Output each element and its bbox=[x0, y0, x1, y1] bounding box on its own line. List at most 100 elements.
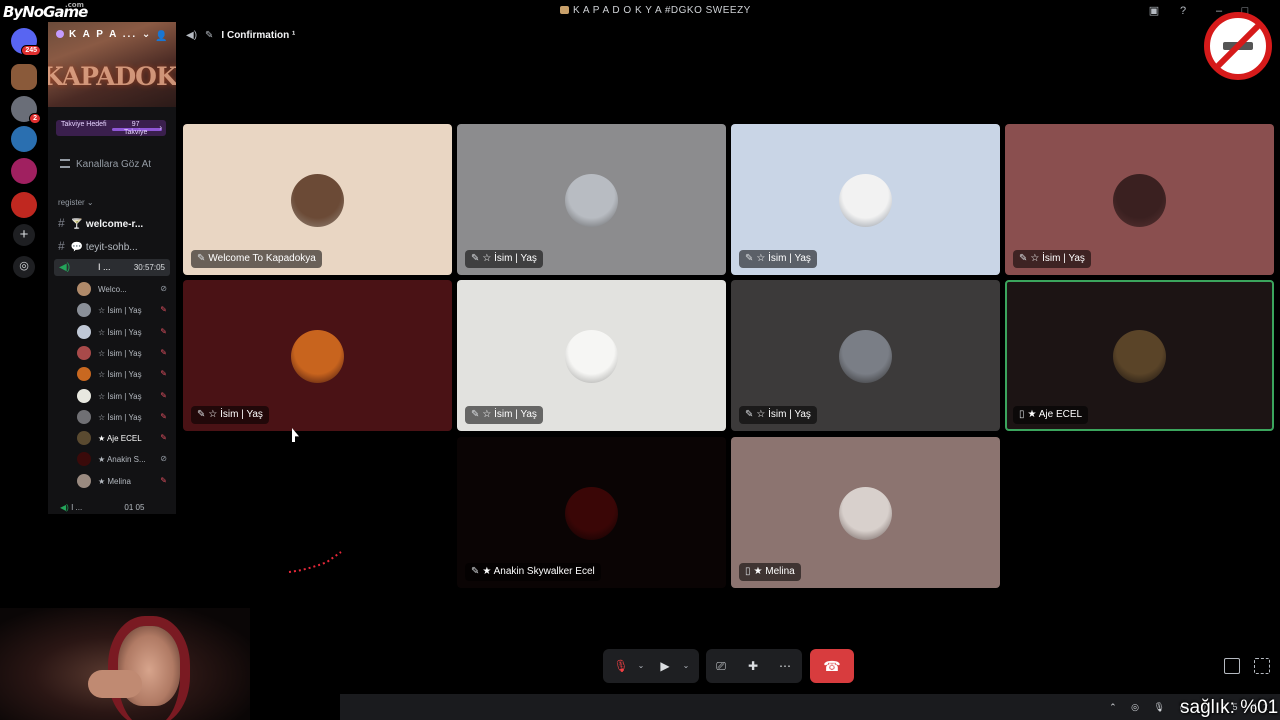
video-tile[interactable]: ✎ ☆ İsim | Yaş bbox=[1005, 124, 1274, 275]
participant-label: ✎ ☆ İsim | Yaş bbox=[739, 250, 817, 268]
inbox-icon[interactable]: ▣ bbox=[1147, 4, 1161, 18]
server-rail: 245 2 + ◎ bbox=[0, 22, 48, 514]
avatar bbox=[77, 409, 91, 424]
server-5[interactable] bbox=[11, 192, 37, 218]
pin-icon[interactable]: ✎ bbox=[205, 30, 213, 41]
voice-member[interactable]: ☆ İsim | Yaş ✎ bbox=[77, 303, 169, 318]
boost-count-label: Takviye bbox=[124, 129, 148, 136]
video-tile[interactable]: ✎ ☆ İsim | Yaş bbox=[183, 280, 452, 431]
participant-name: ☆ İsim | Yaş bbox=[756, 253, 811, 264]
home-dm-button[interactable]: 245 bbox=[11, 28, 41, 56]
server-banner: KAPADOKY K A P A ... ⌄ 👤 bbox=[48, 22, 176, 107]
brand-logo: ByNoGame .com bbox=[3, 1, 88, 21]
speaker-icon[interactable]: ◀) bbox=[186, 30, 197, 41]
channel-welcome[interactable]: # 🍸 welcome-r... bbox=[58, 216, 143, 230]
dm-badge: 245 bbox=[21, 45, 41, 56]
list-icon bbox=[60, 159, 70, 168]
speaker-icon: ◀) bbox=[59, 262, 71, 273]
server-icon bbox=[560, 6, 569, 14]
avatar bbox=[77, 282, 91, 296]
participant-name: ☆ İsim | Yaş bbox=[482, 409, 537, 420]
server-badge: 2 bbox=[29, 113, 41, 124]
video-tile[interactable]: ✎ Welcome To Kapadokya bbox=[183, 124, 452, 275]
popout-icon[interactable] bbox=[1224, 658, 1240, 674]
server-2[interactable]: 2 bbox=[11, 96, 41, 124]
video-tile[interactable]: ▯ ★ Aje ECEL bbox=[1005, 280, 1274, 431]
help-icon[interactable]: ? bbox=[1176, 4, 1190, 18]
add-server-icon[interactable]: + bbox=[13, 224, 35, 246]
participant-name: ★ Aje ECEL bbox=[1027, 409, 1083, 420]
voice-member[interactable]: ☆ İsim | Yaş ✎ bbox=[77, 388, 169, 404]
chevron-down-icon[interactable]: ⌄ bbox=[677, 657, 695, 675]
participant-avatar bbox=[291, 174, 344, 227]
avatar bbox=[77, 473, 91, 488]
voice-member[interactable]: ☆ İsim | Yaş ✎ bbox=[77, 367, 169, 382]
channel-sidebar: KAPADOKY K A P A ... ⌄ 👤 Takviye Hedefi … bbox=[48, 22, 176, 514]
window-title: K A P A D O K Y A #DGKO SWEEZY bbox=[560, 5, 751, 16]
participant-avatar bbox=[291, 330, 344, 383]
mic-muted-icon: ✎ bbox=[160, 433, 167, 443]
voice-channel-footer[interactable]: ◀) I ... 01 05 bbox=[60, 503, 144, 512]
banner-text: KAPADOKY bbox=[48, 62, 176, 91]
participant-name: ★ Anakin Skywalker Ecel bbox=[482, 566, 595, 577]
video-tile[interactable]: ✎ ☆ İsim | Yaş bbox=[457, 124, 726, 275]
server-3[interactable] bbox=[11, 126, 37, 152]
channel-label: welcome-r... bbox=[85, 219, 144, 230]
mic-muted-icon: ✎ bbox=[160, 347, 167, 357]
server-4[interactable] bbox=[11, 158, 37, 184]
category-register[interactable]: register ⌄ bbox=[58, 198, 94, 207]
participant-avatar bbox=[1113, 174, 1166, 227]
voice-channel-active[interactable]: ◀) I ... 30:57:05 bbox=[54, 259, 170, 276]
server-name-text: K A P A ... bbox=[69, 29, 138, 40]
webcam-overlay bbox=[0, 608, 250, 720]
voice-member[interactable]: ☆ İsim | Yaş ✎ bbox=[77, 345, 169, 361]
hash-icon: # bbox=[58, 239, 65, 253]
server-name[interactable]: K A P A ... ⌄ bbox=[56, 29, 152, 40]
fullscreen-icon[interactable] bbox=[1254, 658, 1270, 674]
brand-suffix: .com bbox=[65, 1, 84, 9]
video-tile[interactable]: ▯ ★ Melina bbox=[731, 437, 1000, 588]
screen-share-icon[interactable]: ⎚ bbox=[712, 657, 730, 675]
member-name: ☆ İsim | Yaş bbox=[98, 327, 142, 337]
participant-label: ▯ ★ Melina bbox=[739, 563, 801, 581]
voice-member[interactable]: ☆ İsim | Yaş ✎ bbox=[77, 409, 169, 425]
participant-label: ✎ ☆ İsim | Yaş bbox=[465, 250, 543, 268]
video-tile[interactable]: ✎ ★ Anakin Skywalker Ecel bbox=[457, 437, 726, 588]
server-kapadokya[interactable] bbox=[11, 64, 37, 90]
mic-muted-icon[interactable]: 🎙 bbox=[612, 657, 630, 675]
participant-label: ✎ ★ Anakin Skywalker Ecel bbox=[465, 563, 601, 581]
more-icon[interactable]: ⋯ bbox=[776, 657, 794, 675]
voice-member[interactable]: ☆ İsim | Yaş ✎ bbox=[77, 324, 169, 340]
voice-member[interactable]: ★ Melina ✎ bbox=[77, 473, 169, 489]
video-tile[interactable]: ✎ ☆ İsim | Yaş bbox=[457, 280, 726, 431]
voice-channel-name: I ... bbox=[98, 262, 111, 272]
no-smoking-icon bbox=[1204, 12, 1272, 80]
participant-name: ☆ İsim | Yaş bbox=[756, 409, 811, 420]
boost-goal[interactable]: Takviye Hedefi 97 Takviye › bbox=[56, 120, 166, 136]
webcam-hand bbox=[88, 670, 142, 698]
health-overlay-text: sağlık: %01 bbox=[1180, 697, 1279, 718]
mobile-icon: ▯ bbox=[1019, 409, 1025, 420]
voice-member[interactable]: ★ Aje ECEL ✎ bbox=[77, 431, 169, 446]
video-tile[interactable]: ✎ ☆ İsim | Yaş bbox=[731, 280, 1000, 431]
phone-hangup-icon[interactable]: ☎ bbox=[810, 649, 854, 683]
voice-member[interactable]: ★ Anakin S... ⊘ bbox=[77, 452, 169, 467]
participant-label: ✎ ☆ İsim | Yaş bbox=[191, 406, 269, 424]
chevron-down-icon[interactable]: ⌄ bbox=[632, 657, 650, 675]
participant-label: ✎ ☆ İsim | Yaş bbox=[739, 406, 817, 424]
activity-icon[interactable]: ✚ bbox=[744, 657, 762, 675]
title-bar: ByNoGame .com K A P A D O K Y A #DGKO SW… bbox=[0, 0, 1280, 22]
video-tile[interactable]: ✎ ☆ İsim | Yaş bbox=[731, 124, 1000, 275]
boost-count-value: 97 bbox=[131, 121, 140, 128]
chevron-right-icon: › bbox=[159, 123, 162, 132]
participant-avatar bbox=[839, 487, 892, 540]
discover-icon[interactable]: ◎ bbox=[13, 256, 35, 278]
prohibition-slash bbox=[1213, 21, 1263, 71]
voice-member[interactable]: Welco... ⊘ bbox=[77, 282, 169, 297]
browse-channels[interactable]: Kanallara Göz At bbox=[60, 159, 151, 170]
channel-label: teyit-sohb... bbox=[85, 242, 138, 253]
invite-icon[interactable]: 👤 bbox=[155, 31, 167, 42]
mic-muted-icon: ✎ bbox=[197, 253, 206, 264]
channel-teyit[interactable]: # 💬 teyit-sohb... bbox=[58, 239, 138, 253]
video-off-icon[interactable]: ▶ bbox=[656, 657, 674, 675]
